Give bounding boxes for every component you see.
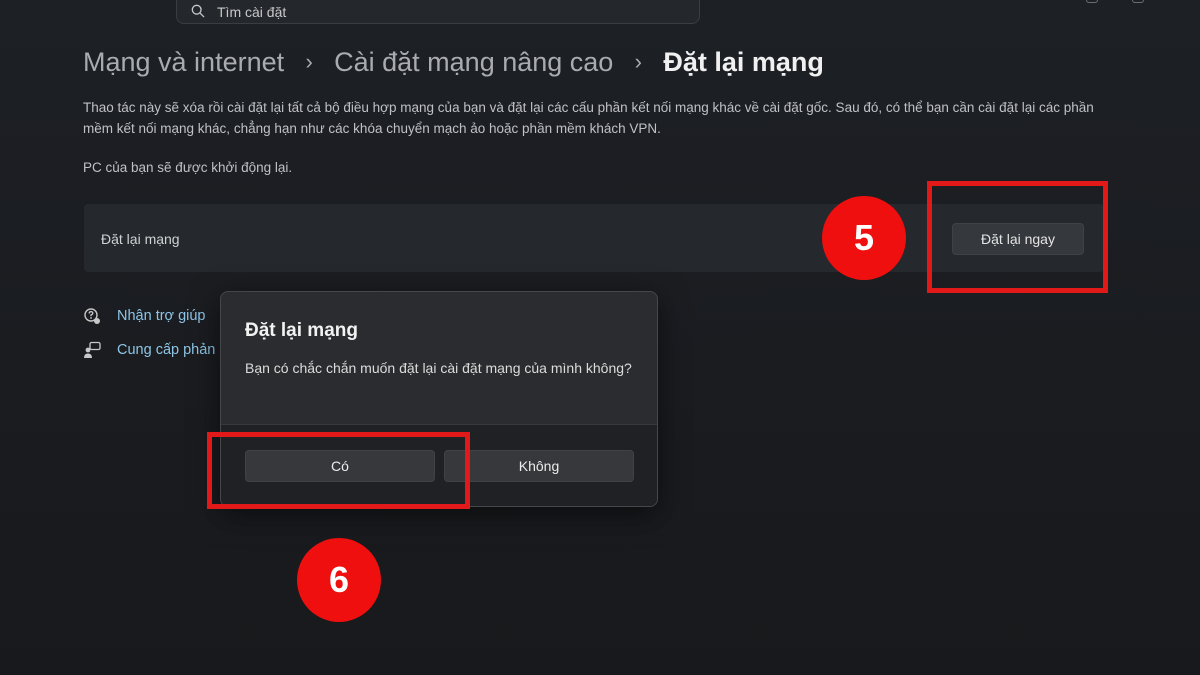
reset-confirm-dialog: Đặt lại mạng Bạn có chắc chắn muốn đặt l… (220, 291, 658, 507)
dialog-footer: Có Không (221, 424, 657, 506)
get-help-link[interactable]: Nhận trợ giúp (83, 307, 206, 325)
search-icon (191, 4, 205, 18)
reset-now-button[interactable]: Đặt lại ngay (952, 223, 1084, 255)
maximize-control-edge[interactable] (1132, 0, 1144, 3)
minimize-control-edge[interactable] (1086, 0, 1098, 3)
breadcrumb-network-internet[interactable]: Mạng và internet (83, 47, 284, 78)
feedback-icon (84, 341, 101, 358)
dialog-message: Bạn có chắc chắn muốn đặt lại cài đặt mạ… (245, 360, 632, 376)
breadcrumb: Mạng và internet › Cài đặt mạng nâng cao… (83, 42, 824, 82)
give-feedback-label: Cung cấp phản h (117, 342, 228, 358)
give-feedback-link[interactable]: Cung cấp phản h (83, 341, 227, 359)
chevron-right-icon: › (634, 49, 642, 74)
network-reset-label: Đặt lại mạng (101, 231, 180, 247)
step-badge-6: 6 (297, 538, 381, 622)
window-controls (1080, 0, 1200, 6)
search-box[interactable] (176, 0, 700, 24)
dialog-title: Đặt lại mạng (245, 320, 358, 341)
step-badge-5: 5 (822, 196, 906, 280)
breadcrumb-advanced-network-settings[interactable]: Cài đặt mạng nâng cao (334, 47, 613, 78)
help-icon (84, 308, 100, 324)
search-input[interactable] (217, 4, 637, 20)
page-title: Đặt lại mạng (663, 46, 824, 77)
yes-button[interactable]: Có (245, 450, 435, 482)
settings-window: Mạng và internet › Cài đặt mạng nâng cao… (0, 0, 1200, 675)
chevron-right-icon: › (305, 49, 313, 74)
no-button[interactable]: Không (444, 450, 634, 482)
get-help-label: Nhận trợ giúp (117, 308, 206, 324)
reset-description: Thao tác này sẽ xóa rồi cài đặt lại tất … (83, 100, 1094, 136)
restart-notice: PC của bạn sẽ được khởi động lại. (83, 160, 293, 175)
network-reset-card: Đặt lại mạng Đặt lại ngay (84, 204, 1104, 272)
